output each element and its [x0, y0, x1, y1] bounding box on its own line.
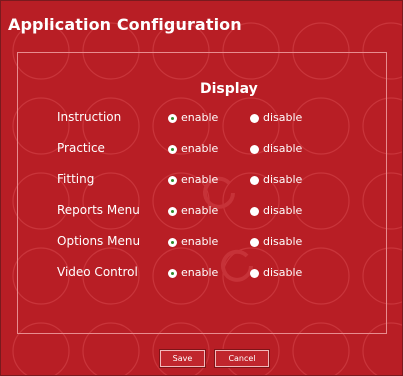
setting-row: Practice enable disable	[1, 141, 402, 161]
setting-label: Reports Menu	[57, 203, 140, 217]
disable-label: disable	[263, 142, 303, 155]
radio-button-icon[interactable]	[250, 238, 259, 247]
setting-row: Options Menu enable disable	[1, 234, 402, 254]
radio-button-icon[interactable]	[250, 114, 259, 123]
radio-button-icon[interactable]	[250, 269, 259, 278]
setting-row: Reports Menu enable disable	[1, 203, 402, 223]
setting-row: Instruction enable disable	[1, 110, 402, 130]
radio-button-icon[interactable]	[250, 145, 259, 154]
setting-label: Practice	[57, 141, 105, 155]
setting-row: Video Control enable disable	[1, 265, 402, 285]
cancel-button[interactable]: Cancel	[214, 349, 270, 368]
radio-button-icon[interactable]	[168, 269, 177, 278]
radio-button-icon[interactable]	[168, 114, 177, 123]
disable-label: disable	[263, 235, 303, 248]
setting-label: Instruction	[57, 110, 122, 124]
disable-label: disable	[263, 266, 303, 279]
radio-button-icon[interactable]	[250, 176, 259, 185]
setting-label: Fitting	[57, 172, 95, 186]
enable-label: enable	[181, 173, 219, 186]
setting-label: Video Control	[57, 265, 138, 279]
section-heading: Display	[200, 81, 258, 97]
enable-label: enable	[181, 266, 219, 279]
disable-label: disable	[263, 204, 303, 217]
enable-label: enable	[181, 204, 219, 217]
enable-label: enable	[181, 111, 219, 124]
setting-label: Options Menu	[57, 234, 141, 248]
disable-label: disable	[263, 111, 303, 124]
radio-button-icon[interactable]	[168, 145, 177, 154]
disable-label: disable	[263, 173, 303, 186]
config-window: Application Configuration Display Instru…	[0, 0, 403, 376]
save-button[interactable]: Save	[159, 349, 206, 368]
enable-label: enable	[181, 235, 219, 248]
radio-button-icon[interactable]	[250, 207, 259, 216]
radio-button-icon[interactable]	[168, 176, 177, 185]
radio-button-icon[interactable]	[168, 207, 177, 216]
window-title: Application Configuration	[8, 15, 242, 34]
setting-row: Fitting enable disable	[1, 172, 402, 192]
radio-button-icon[interactable]	[168, 238, 177, 247]
enable-label: enable	[181, 142, 219, 155]
